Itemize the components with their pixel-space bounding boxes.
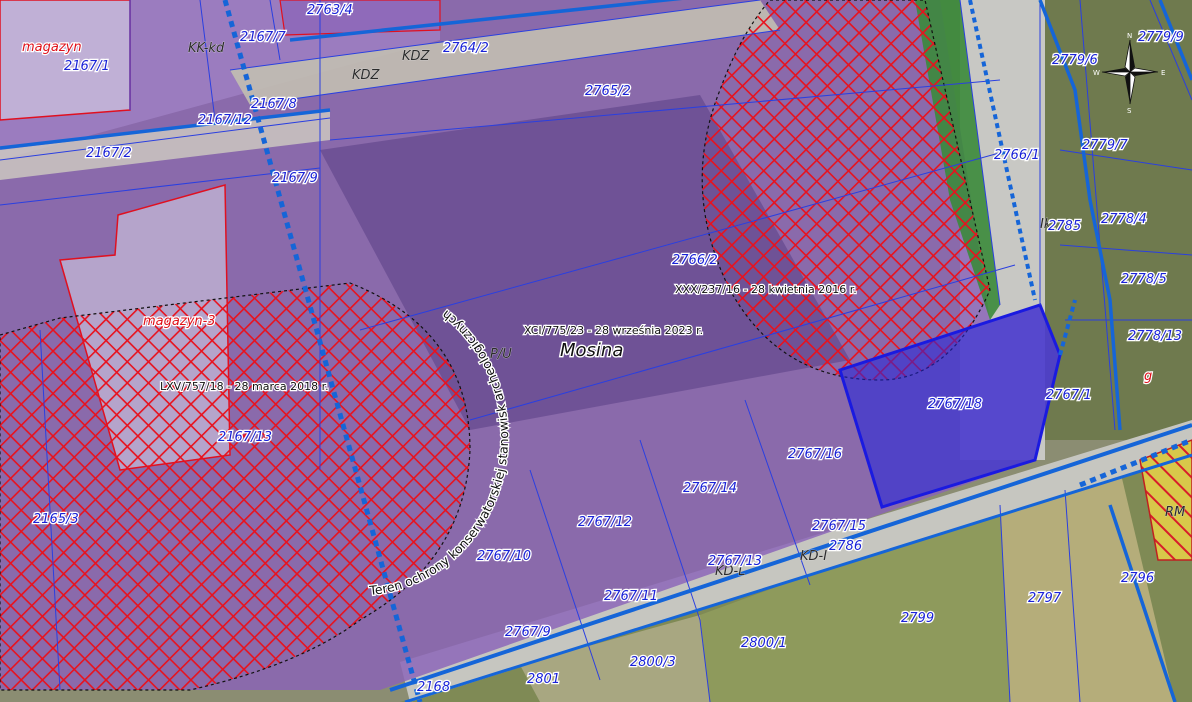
compass-east-label: E	[1161, 69, 1165, 77]
parcel-label-2767-16[interactable]: 2767/16	[787, 446, 844, 464]
parcel-label-2767-15[interactable]: 2767/15	[811, 518, 868, 536]
parcel-label-2767-12[interactable]: 2767/12	[577, 514, 634, 532]
parcel-label-2785[interactable]: 2785	[1047, 218, 1083, 236]
zone-symbol-pu: P/U	[490, 347, 512, 362]
parcel-label-2167-2[interactable]: 2167/2	[85, 145, 133, 163]
zone-symbol-kdz-2: KDZ	[352, 68, 381, 83]
parcel-label-2766-1[interactable]: 2766/1	[993, 147, 1041, 165]
parcel-label-2765-2[interactable]: 2765/2	[584, 83, 632, 101]
parcel-label-2763-4[interactable]: 2763/4	[306, 2, 354, 20]
parcel-label-2800-1[interactable]: 2800/1	[740, 635, 788, 653]
parcel-label-2779-7[interactable]: 2779/7	[1081, 137, 1130, 155]
parcel-label-2800-3[interactable]: 2800/3	[629, 654, 677, 672]
resolution-2016: XXX/237/16 - 28 kwietnia 2016 r.	[675, 283, 857, 296]
parcel-label-2165-3[interactable]: 2165/3	[32, 511, 80, 529]
parcel-label-2167-12[interactable]: 2167/12	[197, 112, 254, 130]
parcel-label-2167-8[interactable]: 2167/8	[250, 96, 298, 114]
compass-north-label: N	[1127, 32, 1132, 40]
parcel-label-2778-4[interactable]: 2778/4	[1100, 211, 1148, 229]
parcel-label-2167-1[interactable]: 2167/1	[63, 58, 111, 76]
building-label-magazyn-3: magazyn-3	[143, 314, 216, 329]
compass-south-label: S	[1127, 107, 1132, 115]
zone-symbol-rm: RM	[1165, 505, 1185, 520]
warehouse-north-2	[279, 0, 441, 36]
parcel-label-2767-1[interactable]: 2767/1	[1045, 387, 1093, 405]
parcel-label-2764-2[interactable]: 2764/2	[442, 40, 490, 58]
parcel-label-2786[interactable]: 2786	[828, 538, 864, 556]
parcel-label-2799[interactable]: 2799	[900, 610, 936, 628]
resolution-2018: LXV/757/18 - 28 marca 2018 r.	[160, 380, 329, 393]
parcel-label-2778-5[interactable]: 2778/5	[1120, 271, 1168, 289]
parcel-label-2801[interactable]: 2801	[526, 671, 562, 689]
parcel-label-2796[interactable]: 2796	[1120, 570, 1156, 588]
zone-symbol-kdz-1: KDZ	[402, 49, 431, 64]
compass-west-label: W	[1093, 69, 1100, 77]
parcel-label-2167-7[interactable]: 2167/7	[239, 29, 288, 47]
planning-map[interactable]: N W E S Teren ochrony konserwatorskiej s…	[0, 0, 1192, 702]
parcel-label-2167-9[interactable]: 2167/9	[271, 170, 319, 188]
parcel-label-2167-13[interactable]: 2167/13	[217, 429, 274, 447]
parcel-label-2766-2[interactable]: 2766/2	[671, 252, 719, 270]
parcel-label-2779-9[interactable]: 2779/9	[1137, 29, 1185, 47]
parcel-label-2779-6[interactable]: 2779/6	[1051, 52, 1099, 70]
parcel-label-2767-10[interactable]: 2767/10	[476, 548, 533, 566]
parcel-label-2767-13[interactable]: 2767/13	[707, 553, 764, 571]
resolution-2023: XCI/775/23 - 28 września 2023 r.	[524, 324, 703, 337]
building-label-magazyn: magazyn	[22, 40, 82, 55]
parcel-label-2767-14[interactable]: 2767/14	[682, 480, 739, 498]
parcel-label-2767-9[interactable]: 2767/9	[504, 624, 552, 642]
parcel-label-2797[interactable]: 2797	[1027, 590, 1063, 608]
parcel-label-2767-18[interactable]: 2767/18	[927, 396, 984, 414]
parcel-label-2778-13[interactable]: 2778/13	[1127, 328, 1184, 346]
zone-symbol-kk-kd: KK-kd	[188, 41, 225, 56]
zone-symbol-kd-i: KD-I	[800, 549, 827, 564]
building-label-g: g	[1144, 369, 1152, 384]
parcel-label-2767-11[interactable]: 2767/11	[603, 588, 660, 606]
locality-label: Mosina	[560, 340, 623, 361]
parcel-label-2168[interactable]: 2168	[416, 679, 452, 697]
